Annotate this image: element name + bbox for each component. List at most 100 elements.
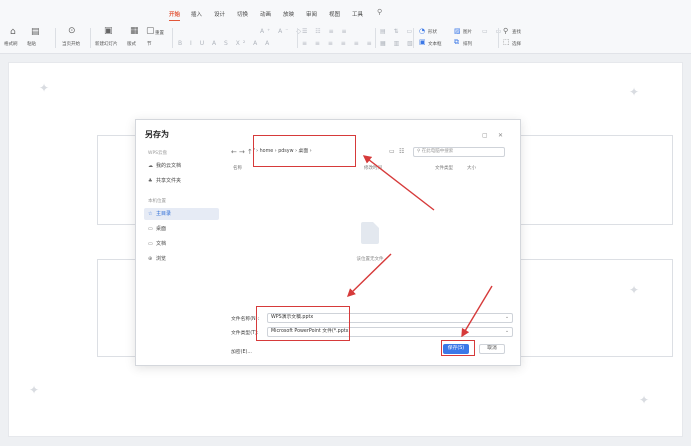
shape-icon[interactable]: ◔: [419, 27, 425, 35]
star-icon: ☆: [148, 211, 153, 217]
textbox-label[interactable]: 文本框: [428, 41, 442, 47]
ribbon-divider: [297, 28, 298, 48]
find-label[interactable]: 查找: [512, 29, 521, 35]
tab-view[interactable]: 视图: [329, 10, 340, 18]
chevron-down-icon[interactable]: ⌄: [505, 328, 509, 336]
column-header-modified[interactable]: 修改时间: [364, 165, 382, 171]
column-header-size[interactable]: 大小: [467, 165, 476, 171]
users-icon: ♣: [148, 178, 153, 184]
folder-icon: ▭: [148, 226, 153, 232]
new-slide-label: 新建幻灯片: [95, 42, 118, 47]
tab-transition[interactable]: 切换: [237, 10, 248, 18]
tab-animation[interactable]: 动画: [260, 10, 271, 18]
reset-icon[interactable]: ▢: [146, 26, 155, 36]
select-label[interactable]: 选择: [512, 41, 521, 47]
sidebar-item-browse[interactable]: ⊕ 浏览: [144, 253, 219, 265]
arrange-icon[interactable]: ⧉: [454, 38, 459, 47]
tab-tools[interactable]: 工具: [352, 10, 363, 18]
list-icons: ☰ ☷ ≡ ≡: [302, 28, 350, 35]
sidebar-group-cloud: WPS云盘: [148, 151, 168, 156]
cloud-icon: ☁: [148, 163, 153, 169]
play-label: 当页开始: [62, 42, 80, 47]
dialog-sidebar: WPS云盘 ☁ 我的云文档 ♣ 共享文件夹 本机位置 ☆ 主目录 ▭ 桌面 ▭ 文档 ⊕ 浏…: [136, 142, 223, 342]
layout-icon[interactable]: ▦: [130, 26, 139, 36]
close-icon[interactable]: ✕: [498, 132, 503, 139]
sidebar-item-label: 桌面: [156, 226, 167, 232]
reset-label: 重置: [155, 31, 164, 36]
textbox-icon[interactable]: ▣: [419, 38, 426, 46]
sidebar-item-desktop[interactable]: ▭ 桌面: [144, 223, 219, 235]
column-header-name[interactable]: 名称: [233, 165, 242, 171]
search-icon[interactable]: ⚲: [377, 8, 382, 16]
maximize-icon[interactable]: ▢: [482, 132, 488, 139]
sidebar-item-shared[interactable]: ♣ 共享文件夹: [144, 175, 219, 187]
picture-label[interactable]: 图片: [463, 29, 472, 35]
ribbon-divider: [413, 28, 414, 48]
globe-icon: ⊕: [148, 256, 153, 262]
sidebar-item-label: 共享文件夹: [156, 178, 182, 184]
paste-label: 粘贴: [27, 42, 36, 47]
sidebar-item-my-cloud[interactable]: ☁ 我的云文档: [144, 160, 219, 172]
watermark: ✦: [29, 383, 40, 397]
layout-label: 版式: [127, 42, 136, 47]
ribbon-divider: [172, 28, 173, 48]
back-icon[interactable]: ←: [231, 148, 237, 156]
empty-folder-icon: [361, 222, 379, 244]
new-folder-icon[interactable]: ▭: [389, 148, 395, 155]
encrypt-link[interactable]: 加密(E)...: [231, 348, 252, 355]
tab-design[interactable]: 设计: [214, 10, 225, 18]
sidebar-item-label: 浏览: [156, 256, 167, 262]
empty-message: 该位置无文件: [356, 257, 384, 262]
folder-icon: ▭: [148, 241, 153, 247]
filename-label: 文件名称(N):: [231, 317, 260, 322]
select-icon[interactable]: ⬚: [503, 38, 510, 46]
tab-slideshow[interactable]: 放映: [283, 10, 294, 18]
format-painter-icon[interactable]: ⌂: [10, 27, 16, 37]
column-header-type[interactable]: 文件类型: [435, 165, 453, 171]
picture-icon[interactable]: ▨: [454, 27, 461, 35]
find-icon[interactable]: ⚲: [503, 27, 508, 35]
paragraph-icons: ▤ ⇅ ▭: [380, 28, 416, 35]
column-icons: ▦ ▥ ▧: [380, 40, 416, 47]
fill-icons: ▭ ▭: [482, 28, 505, 35]
ribbon: 开始 插入 设计 切换 动画 放映 审阅 视图 工具 ⚲ ⌂ 格式刷 ▤ 粘贴 …: [0, 0, 691, 54]
watermark: ✦: [639, 393, 650, 407]
sidebar-item-label: 主目录: [156, 211, 172, 217]
search-placeholder: 在此电脑中搜索: [421, 149, 454, 154]
arrange-label[interactable]: 排列: [463, 41, 472, 47]
highlight-box-filename: [256, 306, 350, 341]
sidebar-group-local: 本机位置: [148, 199, 166, 204]
filetype-label: 文件类型(T):: [231, 331, 259, 336]
ribbon-divider: [498, 28, 499, 48]
font-style-icons: B I U A S X² A A: [178, 40, 273, 47]
shape-label[interactable]: 形状: [428, 29, 437, 35]
watermark: ✦: [629, 85, 640, 99]
play-icon[interactable]: ⊙: [68, 26, 76, 36]
forward-icon[interactable]: →: [239, 148, 245, 156]
dialog-title: 另存为: [145, 130, 169, 139]
up-icon[interactable]: ↑: [247, 148, 253, 156]
view-mode-icon[interactable]: ☷: [399, 148, 404, 155]
sidebar-item-documents[interactable]: ▭ 文档: [144, 238, 219, 250]
cancel-button[interactable]: 取消: [479, 344, 505, 354]
section-label: 节: [147, 42, 152, 47]
watermark: ✦: [629, 283, 640, 297]
tab-review[interactable]: 审阅: [306, 10, 317, 18]
paste-icon[interactable]: ▤: [31, 27, 40, 37]
tab-home[interactable]: 开始: [169, 10, 181, 21]
sidebar-item-label: 文档: [156, 241, 167, 247]
sidebar-item-home[interactable]: ☆ 主目录: [144, 208, 219, 220]
watermark: ✦: [39, 81, 50, 95]
sidebar-item-label: 我的云文档: [156, 163, 182, 169]
format-painter-label: 格式刷: [4, 42, 18, 47]
ribbon-divider: [90, 28, 91, 48]
ribbon-divider: [55, 28, 56, 48]
ribbon-divider: [375, 28, 376, 48]
chevron-down-icon[interactable]: ⌄: [505, 314, 509, 322]
highlight-box-save: [441, 340, 475, 356]
search-input[interactable]: ⚲ 在此电脑中搜索: [413, 147, 505, 157]
tab-insert[interactable]: 插入: [191, 10, 202, 18]
align-icons: ≡ ≡ ≡ ≡ ≡ ≡: [302, 40, 375, 47]
new-slide-icon[interactable]: ▣: [104, 26, 113, 36]
highlight-box-path: [253, 135, 356, 167]
